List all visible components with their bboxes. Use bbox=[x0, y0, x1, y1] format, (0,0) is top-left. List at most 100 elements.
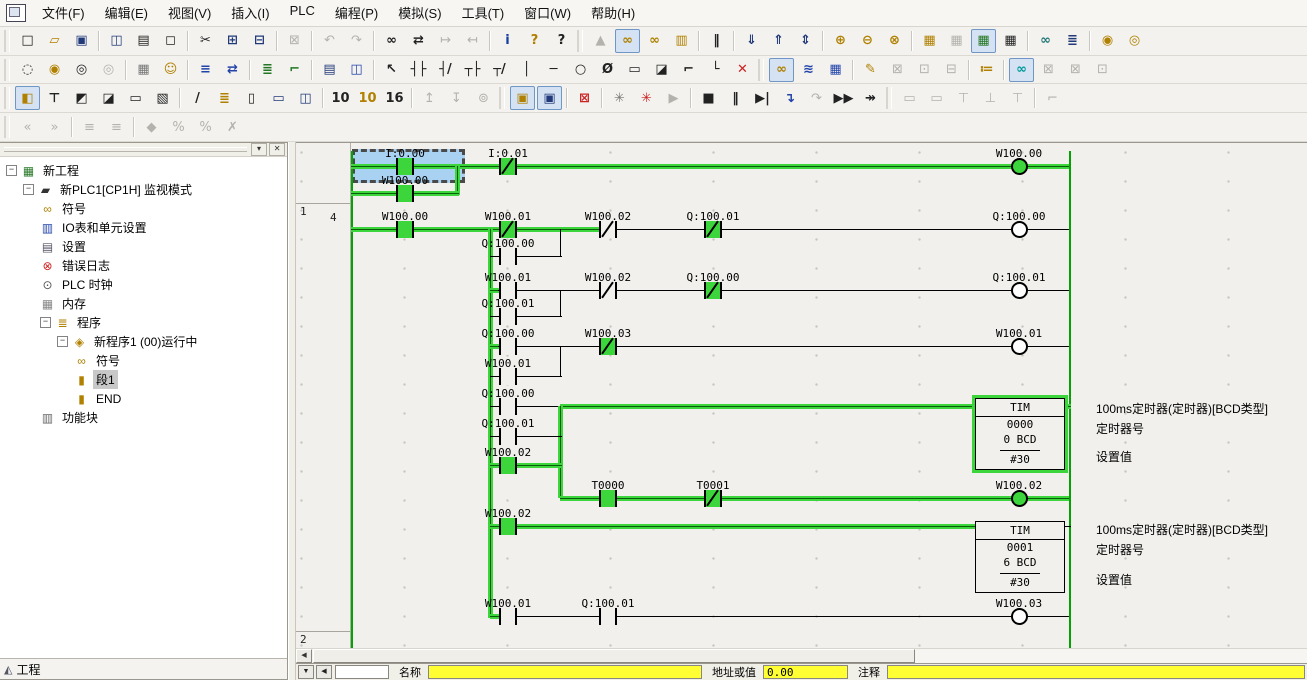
pause-hand-button[interactable]: ✳ bbox=[607, 86, 632, 110]
scrollbar-track[interactable] bbox=[915, 649, 1307, 663]
find-report-button[interactable]: ◫ bbox=[104, 29, 129, 53]
show-grid-button[interactable]: ▦ bbox=[131, 58, 156, 82]
step-to-end-button[interactable]: ▶| bbox=[750, 86, 775, 110]
dialog-window-button[interactable]: ▭ bbox=[266, 86, 291, 110]
cut-button[interactable]: ✂ bbox=[193, 29, 218, 53]
no-contact[interactable] bbox=[396, 185, 414, 202]
print-preview-button[interactable]: ◻ bbox=[158, 29, 183, 53]
new-horizontal-button[interactable]: ─ bbox=[541, 58, 566, 82]
no-contact[interactable] bbox=[499, 308, 517, 325]
watch-window-button[interactable]: ∞ bbox=[1033, 29, 1058, 53]
expand-toggle[interactable]: − bbox=[57, 336, 68, 347]
window-properties-button[interactable]: ▧ bbox=[150, 86, 175, 110]
new-or-closed-contact-button[interactable]: ┬/ bbox=[487, 58, 512, 82]
tree-item-error-log[interactable]: ⊗错误日志 bbox=[0, 256, 287, 275]
project-tab-label[interactable]: 工程 bbox=[16, 661, 40, 678]
timer-instruction[interactable]: TIM00016 BCD#30 bbox=[975, 521, 1065, 593]
output-coil[interactable] bbox=[1011, 490, 1028, 507]
toolbar-grip[interactable] bbox=[758, 59, 764, 81]
no-contact[interactable] bbox=[499, 428, 517, 445]
no-contact[interactable] bbox=[499, 457, 517, 474]
tree-item-plc-clock[interactable]: ⊙PLC 时钟 bbox=[0, 275, 287, 294]
toolbar-grip[interactable] bbox=[499, 87, 505, 109]
scrollbar-thumb[interactable] bbox=[313, 649, 915, 663]
panel-splitter[interactable] bbox=[288, 142, 296, 680]
cross-reference-button[interactable]: ◫ bbox=[344, 58, 369, 82]
new-closed-instruction-button[interactable]: ◪ bbox=[649, 58, 674, 82]
new-document-button[interactable]: □ bbox=[15, 29, 40, 53]
download-to-plc-button[interactable]: ⇓ bbox=[739, 29, 764, 53]
expand-toggle[interactable]: − bbox=[40, 317, 51, 328]
tree-item-section-end[interactable]: ▮END bbox=[0, 389, 287, 408]
tree-item-project[interactable]: −▦新工程 bbox=[0, 161, 287, 180]
menu-item-0[interactable]: 文件(F) bbox=[32, 0, 95, 25]
plc-memory-table-button[interactable]: ▦ bbox=[917, 29, 942, 53]
cancel-plc-button[interactable]: ⊠ bbox=[572, 86, 597, 110]
tree-item-settings[interactable]: ▤设置 bbox=[0, 237, 287, 256]
address-reference-tool-button[interactable]: ≔ bbox=[974, 58, 999, 82]
tree-item-section[interactable]: ▮段1 bbox=[0, 370, 287, 389]
pause-monitoring-button[interactable]: ‖ bbox=[704, 29, 729, 53]
menu-item-6[interactable]: 模拟(S) bbox=[388, 0, 451, 25]
toolbar-grip[interactable] bbox=[4, 116, 10, 138]
watch-back-button[interactable]: ◀ bbox=[316, 665, 332, 679]
time-chart-button[interactable]: ≣ bbox=[1060, 29, 1085, 53]
tree-item-memory[interactable]: ▦内存 bbox=[0, 294, 287, 313]
view-stack-button[interactable]: ≋ bbox=[796, 58, 821, 82]
tree-item-symbol-table[interactable]: ∞符号 bbox=[0, 199, 287, 218]
window-plain-button[interactable]: ▭ bbox=[123, 86, 148, 110]
toolbar-grip[interactable] bbox=[4, 59, 10, 81]
connect-line-button[interactable]: └ bbox=[703, 58, 728, 82]
no-contact[interactable] bbox=[499, 398, 517, 415]
context-help-button[interactable]: ? bbox=[549, 29, 574, 53]
rung-wrap-button[interactable]: ⌐ bbox=[282, 58, 307, 82]
step-into-button[interactable]: ↴ bbox=[777, 86, 802, 110]
window-mnemonic-button[interactable]: ⊤ bbox=[42, 86, 67, 110]
pause-program-button[interactable]: ‖ bbox=[723, 86, 748, 110]
expand-toggle[interactable]: − bbox=[23, 184, 34, 195]
upload-from-plc-button[interactable]: ⇑ bbox=[766, 29, 791, 53]
tree-item-symbol-table[interactable]: ∞符号 bbox=[0, 351, 287, 370]
set-password-button[interactable]: ◉ bbox=[1095, 29, 1120, 53]
toolbar-grip[interactable] bbox=[886, 87, 892, 109]
verify-program-button[interactable]: ⊗ bbox=[882, 29, 907, 53]
nc-contact[interactable] bbox=[704, 490, 722, 507]
timer-instruction[interactable]: TIM00000 BCD#30 bbox=[975, 398, 1065, 470]
monitor-mode-button[interactable]: ∞ bbox=[615, 29, 640, 53]
rung-split-button[interactable]: / bbox=[185, 86, 210, 110]
update-display-button[interactable]: ▦ bbox=[823, 58, 848, 82]
tree-item-program[interactable]: −≣程序 bbox=[0, 313, 287, 332]
toolbar-grip[interactable] bbox=[4, 30, 10, 52]
new-instruction-button[interactable]: ▭ bbox=[622, 58, 647, 82]
nc-contact[interactable] bbox=[499, 221, 517, 238]
menu-item-2[interactable]: 视图(V) bbox=[158, 0, 221, 25]
scroll-left-button[interactable]: ◀ bbox=[296, 649, 312, 663]
new-coil-button[interactable]: ○ bbox=[568, 58, 593, 82]
nc-contact[interactable] bbox=[599, 338, 617, 355]
window-diagram-button[interactable]: ◧ bbox=[15, 86, 40, 110]
stop-hand-button[interactable]: ✳ bbox=[634, 86, 659, 110]
output-coil[interactable] bbox=[1011, 221, 1028, 238]
select-tool-button[interactable]: ↖ bbox=[379, 58, 404, 82]
nc-contact[interactable] bbox=[704, 221, 722, 238]
menu-item-4[interactable]: PLC bbox=[280, 0, 325, 25]
tree-item-io-table[interactable]: ▥IO表和单元设置 bbox=[0, 218, 287, 237]
watch-selector-field[interactable] bbox=[335, 665, 389, 679]
monitor-decimal-button[interactable]: 10 bbox=[328, 86, 353, 110]
monitor-hex-button[interactable]: 16 bbox=[382, 86, 407, 110]
output-coil[interactable] bbox=[1011, 158, 1028, 175]
rung-comment-button[interactable]: ☺ bbox=[158, 58, 183, 82]
output-coil[interactable] bbox=[1011, 338, 1028, 355]
watch-comment-field[interactable] bbox=[887, 665, 1305, 679]
find-button[interactable]: ∞ bbox=[379, 29, 404, 53]
horizontal-scrollbar[interactable]: ◀ bbox=[296, 648, 1307, 663]
no-contact[interactable] bbox=[499, 338, 517, 355]
paste-button[interactable]: ⊟ bbox=[247, 29, 272, 53]
toolbar-grip[interactable] bbox=[577, 30, 583, 52]
new-closed-contact-button[interactable]: ┤/ bbox=[433, 58, 458, 82]
menu-item-3[interactable]: 插入(I) bbox=[221, 0, 279, 25]
symbol-bar-button[interactable]: ≣ bbox=[255, 58, 280, 82]
new-contact-button[interactable]: ┤├ bbox=[406, 58, 431, 82]
tree-item-function-blocks[interactable]: ▥功能块 bbox=[0, 408, 287, 427]
transfer-selected-button[interactable]: ⊖ bbox=[855, 29, 880, 53]
